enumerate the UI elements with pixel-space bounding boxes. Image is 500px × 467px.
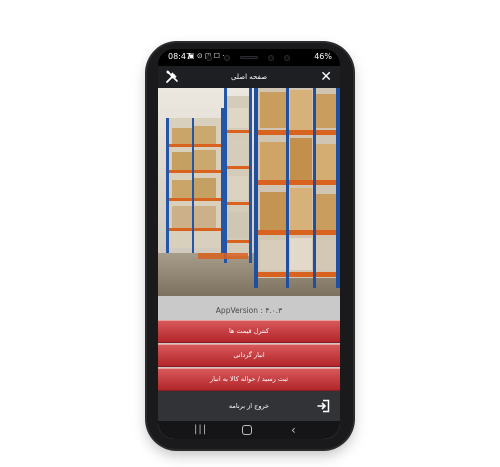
proximity-sensor-icon [284, 55, 290, 61]
page-title: صفحه اصلی [230, 73, 268, 81]
front-camera-icon [268, 55, 274, 61]
warehouse-banner-image [158, 88, 340, 296]
battery-level: 46% [314, 52, 332, 61]
back-icon[interactable]: ‹ [291, 421, 296, 439]
exit-label: خروج از برنامه [228, 402, 270, 410]
front-camera-icon [206, 55, 212, 61]
receipt-remittance-button[interactable]: ثبت رسید / حواله کالا به انبار [158, 368, 340, 391]
inventory-count-button[interactable]: انبار گردانی [158, 344, 340, 367]
main-menu: AppVersion : ۴.۰.۳ کنترل قیمت ها انبار گ… [158, 296, 340, 439]
recent-apps-icon[interactable]: ||| [194, 421, 207, 439]
exit-button[interactable]: خروج از برنامه [158, 391, 340, 421]
app-version: AppVersion : ۴.۰.۳ [215, 306, 283, 315]
system-navigation-bar: ||| ‹ [158, 421, 340, 439]
price-control-button[interactable]: کنترل قیمت ها [158, 320, 340, 343]
earpiece-icon [240, 56, 258, 59]
close-icon[interactable]: ✕ [320, 68, 332, 86]
tools-icon[interactable] [165, 70, 179, 84]
home-icon[interactable] [242, 425, 252, 435]
exit-icon [317, 399, 330, 413]
app-bar: صفحه اصلی ✕ [158, 66, 340, 88]
sensor-icon [224, 55, 230, 61]
phone-screen: 08:47 ▣ ⊙ ◫ ☐ ⋅ 46% صفحه اصلی ✕ [158, 49, 340, 439]
